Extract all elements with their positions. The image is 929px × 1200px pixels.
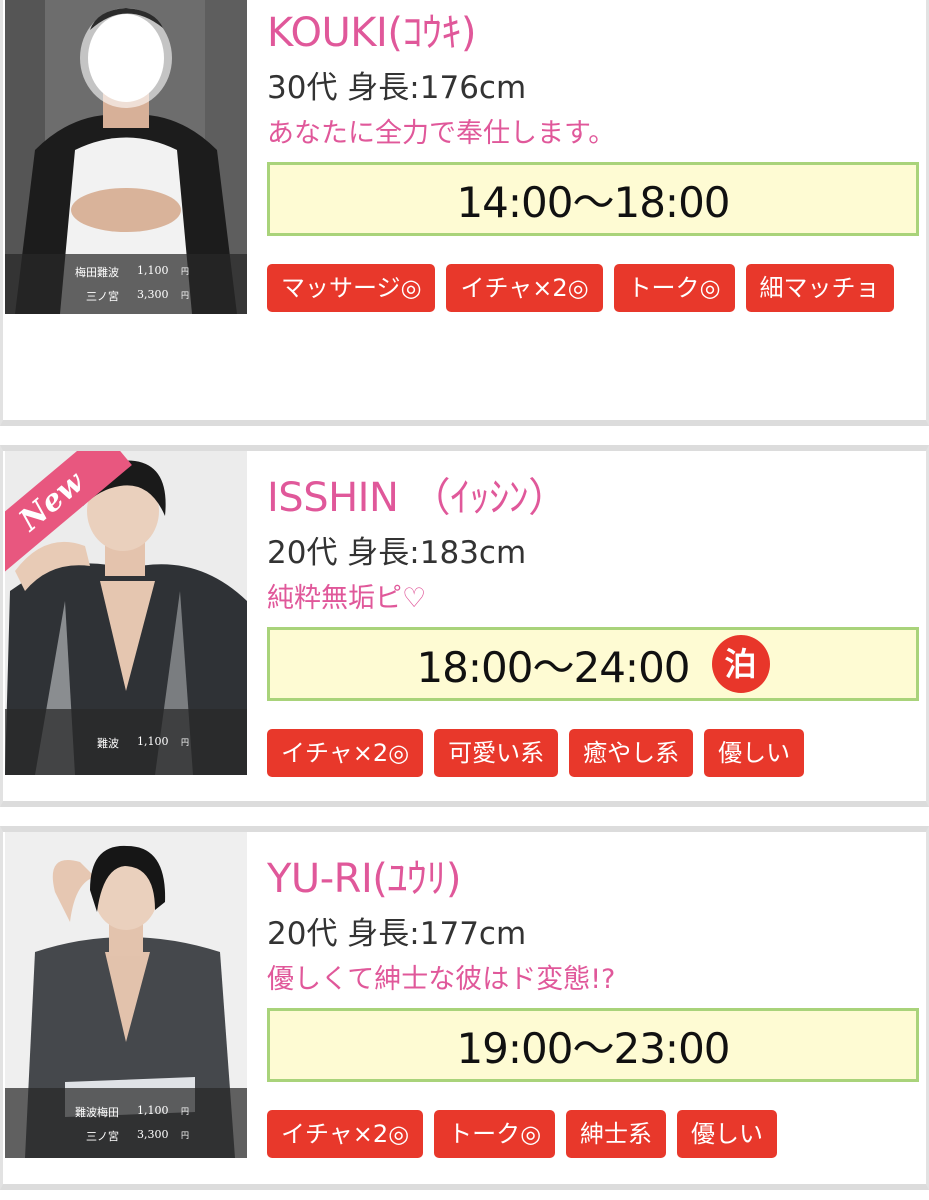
schedule-time: 19:00〜23:00 xyxy=(456,1023,730,1073)
schedule-box: 19:00〜23:00 xyxy=(267,1008,919,1082)
tag: マッサージ◎ xyxy=(267,264,436,312)
price-area: 三ノ宮 xyxy=(86,1130,119,1143)
tag: イチャ×2◎ xyxy=(446,264,603,312)
schedule-time: 18:00〜24:00 xyxy=(416,642,690,692)
price-unit: 円 xyxy=(181,1131,189,1140)
cast-name[interactable]: ISSHIN （ｲｯｼﾝ） xyxy=(267,473,919,523)
price-panel: 難波 1,100 円 xyxy=(5,709,247,775)
schedule-time: 14:00〜18:00 xyxy=(456,177,730,227)
price-row: 三ノ宮 3,300 円 xyxy=(5,1126,247,1146)
tag: トーク◎ xyxy=(434,1110,556,1158)
price-panel: 難波梅田 1,100 円 三ノ宮 3,300 円 xyxy=(5,1088,247,1158)
tag: 可愛い系 xyxy=(434,729,559,777)
price-row: 難波梅田 1,100 円 xyxy=(5,1102,247,1122)
price-row: 難波 1,100 円 xyxy=(5,733,247,753)
schedule-box: 18:00〜24:00 泊 xyxy=(267,627,919,701)
price-value: 3,300 xyxy=(137,1128,169,1141)
tag-list: イチャ×2◎ 可愛い系 癒やし系 優しい xyxy=(267,729,927,777)
cast-stats: 30代 身長:176cm xyxy=(267,70,527,106)
cast-info: ISSHIN （ｲｯｼﾝ） 20代 身長:183cm 純粋無垢ピ♡ 18:00〜… xyxy=(267,473,919,777)
price-area: 三ノ宮 xyxy=(86,290,119,303)
cast-catchphrase: 優しくて紳士な彼はド変態!? xyxy=(267,964,616,995)
price-row: 梅田難波 1,100 円 xyxy=(5,262,247,282)
price-area: 難波梅田 xyxy=(75,1106,119,1119)
cast-catchphrase: あなたに全力で奉仕します。 xyxy=(267,118,616,149)
price-area: 難波 xyxy=(97,737,119,750)
cast-photo[interactable]: New 難波 1,100 円 xyxy=(5,451,247,775)
cast-card-isshin[interactable]: New 難波 1,100 円 ISSHIN （ｲｯｼﾝ） 20代 身長:183c… xyxy=(0,445,929,807)
cast-card-yuri[interactable]: 難波梅田 1,100 円 三ノ宮 3,300 円 YU-RI(ﾕｳﾘ) 20代 … xyxy=(0,826,929,1190)
cast-name[interactable]: YU-RI(ﾕｳﾘ) xyxy=(267,854,919,904)
schedule-box: 14:00〜18:00 xyxy=(267,162,919,236)
price-value: 1,100 xyxy=(137,1104,169,1117)
cast-photo[interactable]: 梅田難波 1,100 円 三ノ宮 3,300 円 xyxy=(5,0,247,314)
tag: 優しい xyxy=(704,729,805,777)
price-value: 1,100 xyxy=(137,264,169,277)
tag: 癒やし系 xyxy=(569,729,694,777)
tag: 優しい xyxy=(677,1110,778,1158)
cast-card-kouki[interactable]: 梅田難波 1,100 円 三ノ宮 3,300 円 KOUKI(ｺｳｷ) 30代 … xyxy=(0,0,929,426)
cast-photo[interactable]: 難波梅田 1,100 円 三ノ宮 3,300 円 xyxy=(5,832,247,1158)
tag: トーク◎ xyxy=(613,264,735,312)
price-unit: 円 xyxy=(181,291,189,300)
price-value: 1,100 xyxy=(137,735,169,748)
price-panel: 梅田難波 1,100 円 三ノ宮 3,300 円 xyxy=(5,254,247,314)
tag-list: イチャ×2◎ トーク◎ 紳士系 優しい xyxy=(267,1110,927,1158)
tag: イチャ×2◎ xyxy=(267,1110,424,1158)
tag: 紳士系 xyxy=(566,1110,667,1158)
cast-stats: 20代 身長:177cm xyxy=(267,916,527,952)
price-area: 梅田難波 xyxy=(75,266,119,279)
price-unit: 円 xyxy=(181,738,189,747)
cast-catchphrase: 純粋無垢ピ♡ xyxy=(267,583,427,614)
cast-info: YU-RI(ﾕｳﾘ) 20代 身長:177cm 優しくて紳士な彼はド変態!? 1… xyxy=(267,854,919,1158)
price-unit: 円 xyxy=(181,267,189,276)
tag: 細マッチョ xyxy=(745,264,894,312)
tag-list: マッサージ◎ イチャ×2◎ トーク◎ 細マッチョ xyxy=(267,264,927,312)
cast-info: KOUKI(ｺｳｷ) 30代 身長:176cm あなたに全力で奉仕します。 14… xyxy=(267,8,919,312)
overnight-badge: 泊 xyxy=(711,635,770,693)
cast-stats: 20代 身長:183cm xyxy=(267,535,527,571)
price-unit: 円 xyxy=(181,1107,189,1116)
cast-name[interactable]: KOUKI(ｺｳｷ) xyxy=(267,8,919,58)
price-value: 3,300 xyxy=(137,288,169,301)
price-row: 三ノ宮 3,300 円 xyxy=(5,286,247,306)
tag: イチャ×2◎ xyxy=(267,729,424,777)
